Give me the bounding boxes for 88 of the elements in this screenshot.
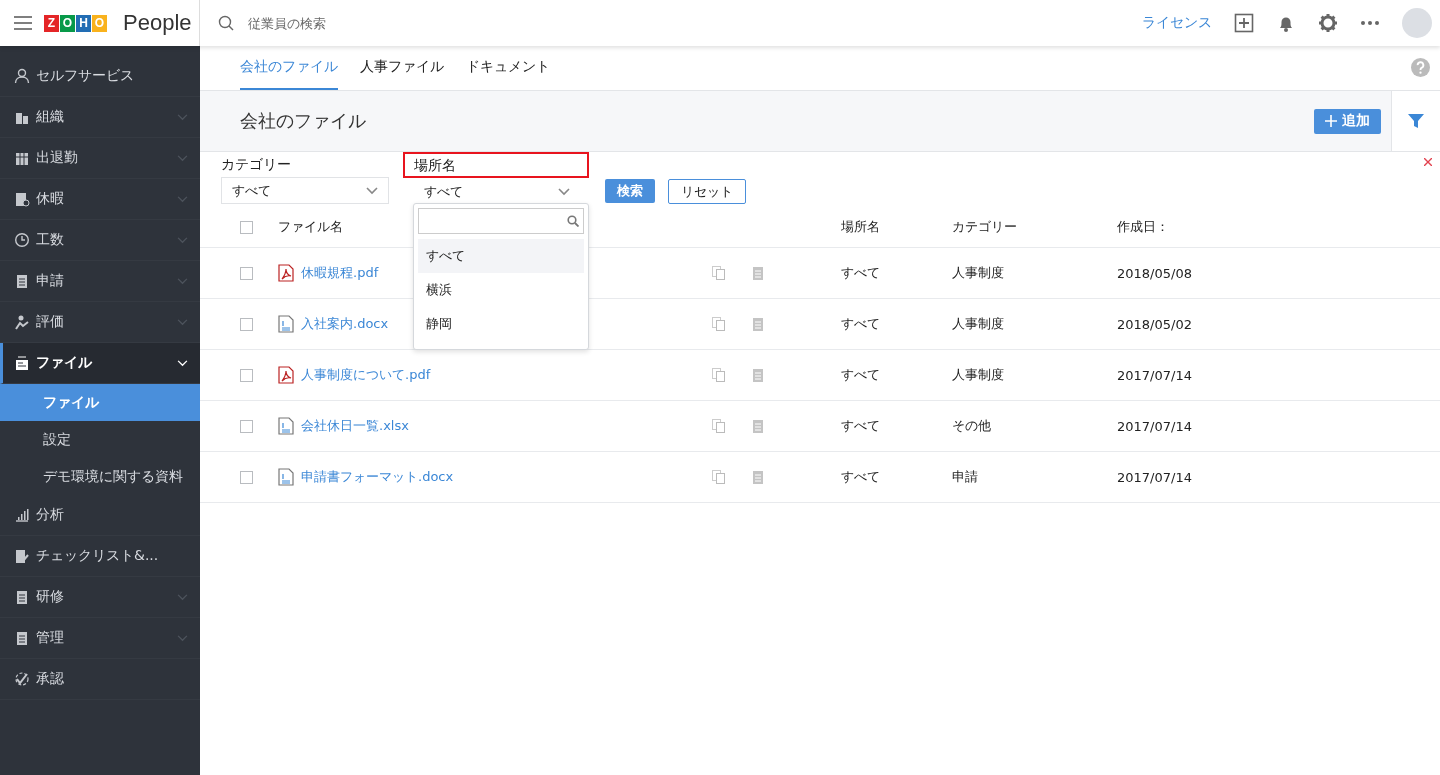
table-cell: すべて <box>841 366 880 384</box>
column-header: ファイル名 <box>278 218 343 236</box>
copy-icon[interactable] <box>712 419 726 433</box>
file-link[interactable]: 申請書フォーマット.docx <box>278 468 454 486</box>
table-cell: すべて <box>841 468 880 486</box>
file-link[interactable]: 入社案内.docx <box>278 315 389 333</box>
help-icon[interactable] <box>1411 58 1430 77</box>
sidebar-label: 研修 <box>36 588 65 606</box>
avatar[interactable] <box>1402 8 1432 38</box>
table-cell: 2018/05/08 <box>1117 265 1192 281</box>
sidebar-item[interactable]: 休暇 <box>0 179 200 220</box>
notepad-icon[interactable] <box>751 470 765 484</box>
table-cell: 人事制度 <box>952 315 1004 333</box>
table-cell: 2017/07/14 <box>1117 469 1192 485</box>
notepad-icon[interactable] <box>751 419 765 433</box>
filter-icon[interactable] <box>1408 113 1424 129</box>
tab[interactable]: 人事ファイル <box>360 58 444 90</box>
sidebar-subitem[interactable]: デモ環境に関する資料 <box>0 458 200 495</box>
column-header: 場所名 <box>841 218 880 236</box>
sidebar-label: 申請 <box>36 272 65 290</box>
file-link[interactable]: 会社休日一覧.xlsx <box>278 417 409 435</box>
table-cell: すべて <box>841 264 880 282</box>
reset-button[interactable]: リセット <box>668 179 746 204</box>
table-cell: すべて <box>841 417 880 435</box>
logo: Z O H O <box>44 14 107 32</box>
search-icon <box>567 215 579 227</box>
column-header: カテゴリー <box>952 218 1017 236</box>
checkbox[interactable] <box>240 317 253 331</box>
product-name: People <box>123 10 192 36</box>
filter-label: 場所名 <box>403 152 589 178</box>
close-icon[interactable] <box>1424 158 1432 166</box>
chevron-icon <box>558 187 570 196</box>
copy-icon[interactable] <box>712 470 726 484</box>
checkbox[interactable] <box>240 220 253 234</box>
notepad-icon[interactable] <box>751 368 765 382</box>
add-square-icon[interactable] <box>1234 13 1254 33</box>
dropdown-field[interactable]: すべて <box>221 177 389 204</box>
tab[interactable]: ドキュメント <box>466 58 550 90</box>
sidebar-label: 休暇 <box>36 190 65 208</box>
sidebar-subitem[interactable]: 設定 <box>0 421 200 458</box>
pdf-file-icon <box>278 366 294 384</box>
search-field[interactable]: 従業員の検索 <box>246 14 550 32</box>
table-cell: 2017/07/14 <box>1117 367 1192 383</box>
table-cell: すべて <box>841 315 880 333</box>
filter-label: カテゴリー <box>221 155 292 174</box>
table-cell: その他 <box>952 417 991 435</box>
chevron-icon <box>366 186 378 195</box>
page-title: 会社のファイル <box>240 109 367 133</box>
search-icon <box>218 15 234 31</box>
checkbox[interactable] <box>240 470 253 484</box>
sidebar-label: 組織 <box>36 108 65 126</box>
column-header: 作成日： <box>1117 218 1169 236</box>
sidebar-label: 分析 <box>36 506 65 524</box>
table-cell: 2018/05/02 <box>1117 316 1192 332</box>
sidebar-label: セルフサービス <box>36 67 135 85</box>
notepad-icon[interactable] <box>751 266 765 280</box>
dropdown-option[interactable]: 横浜 <box>418 273 584 307</box>
settings-icon[interactable] <box>1318 13 1338 33</box>
checkbox[interactable] <box>240 368 253 382</box>
license-link[interactable]: ライセンス <box>1142 14 1212 32</box>
pdf-file-icon <box>278 264 294 282</box>
copy-icon[interactable] <box>712 368 726 382</box>
sidebar-label: 評価 <box>36 313 65 331</box>
document-file-icon <box>278 417 294 435</box>
table-cell: 2017/07/14 <box>1117 418 1192 434</box>
sidebar-item[interactable]: ファイル <box>0 343 200 384</box>
notepad-icon[interactable] <box>751 317 765 331</box>
plus-icon <box>1325 115 1337 127</box>
file-link[interactable]: 人事制度について.pdf <box>278 366 431 384</box>
dropdown-option[interactable]: すべて <box>418 239 584 273</box>
sidebar-label: 工数 <box>36 231 65 249</box>
sidebar-label: 出退勤 <box>36 149 79 167</box>
file-link[interactable]: 休暇規程.pdf <box>278 264 379 282</box>
copy-icon[interactable] <box>712 317 726 331</box>
table-cell: 申請 <box>952 468 978 486</box>
dropdown-search-field[interactable] <box>418 208 584 234</box>
checkbox[interactable] <box>240 266 253 280</box>
sidebar-label: チェックリスト&... <box>36 547 160 565</box>
dropdown-option[interactable]: 静岡 <box>418 307 584 341</box>
sidebar-label: 管理 <box>36 629 65 647</box>
table-cell: 人事制度 <box>952 264 1004 282</box>
sidebar-label: 承認 <box>36 670 65 688</box>
document-file-icon <box>278 468 294 486</box>
table-cell: 人事制度 <box>952 366 1004 384</box>
document-file-icon <box>278 315 294 333</box>
sidebar-label: ファイル <box>36 354 93 372</box>
copy-icon[interactable] <box>712 266 726 280</box>
checkbox[interactable] <box>240 419 253 433</box>
